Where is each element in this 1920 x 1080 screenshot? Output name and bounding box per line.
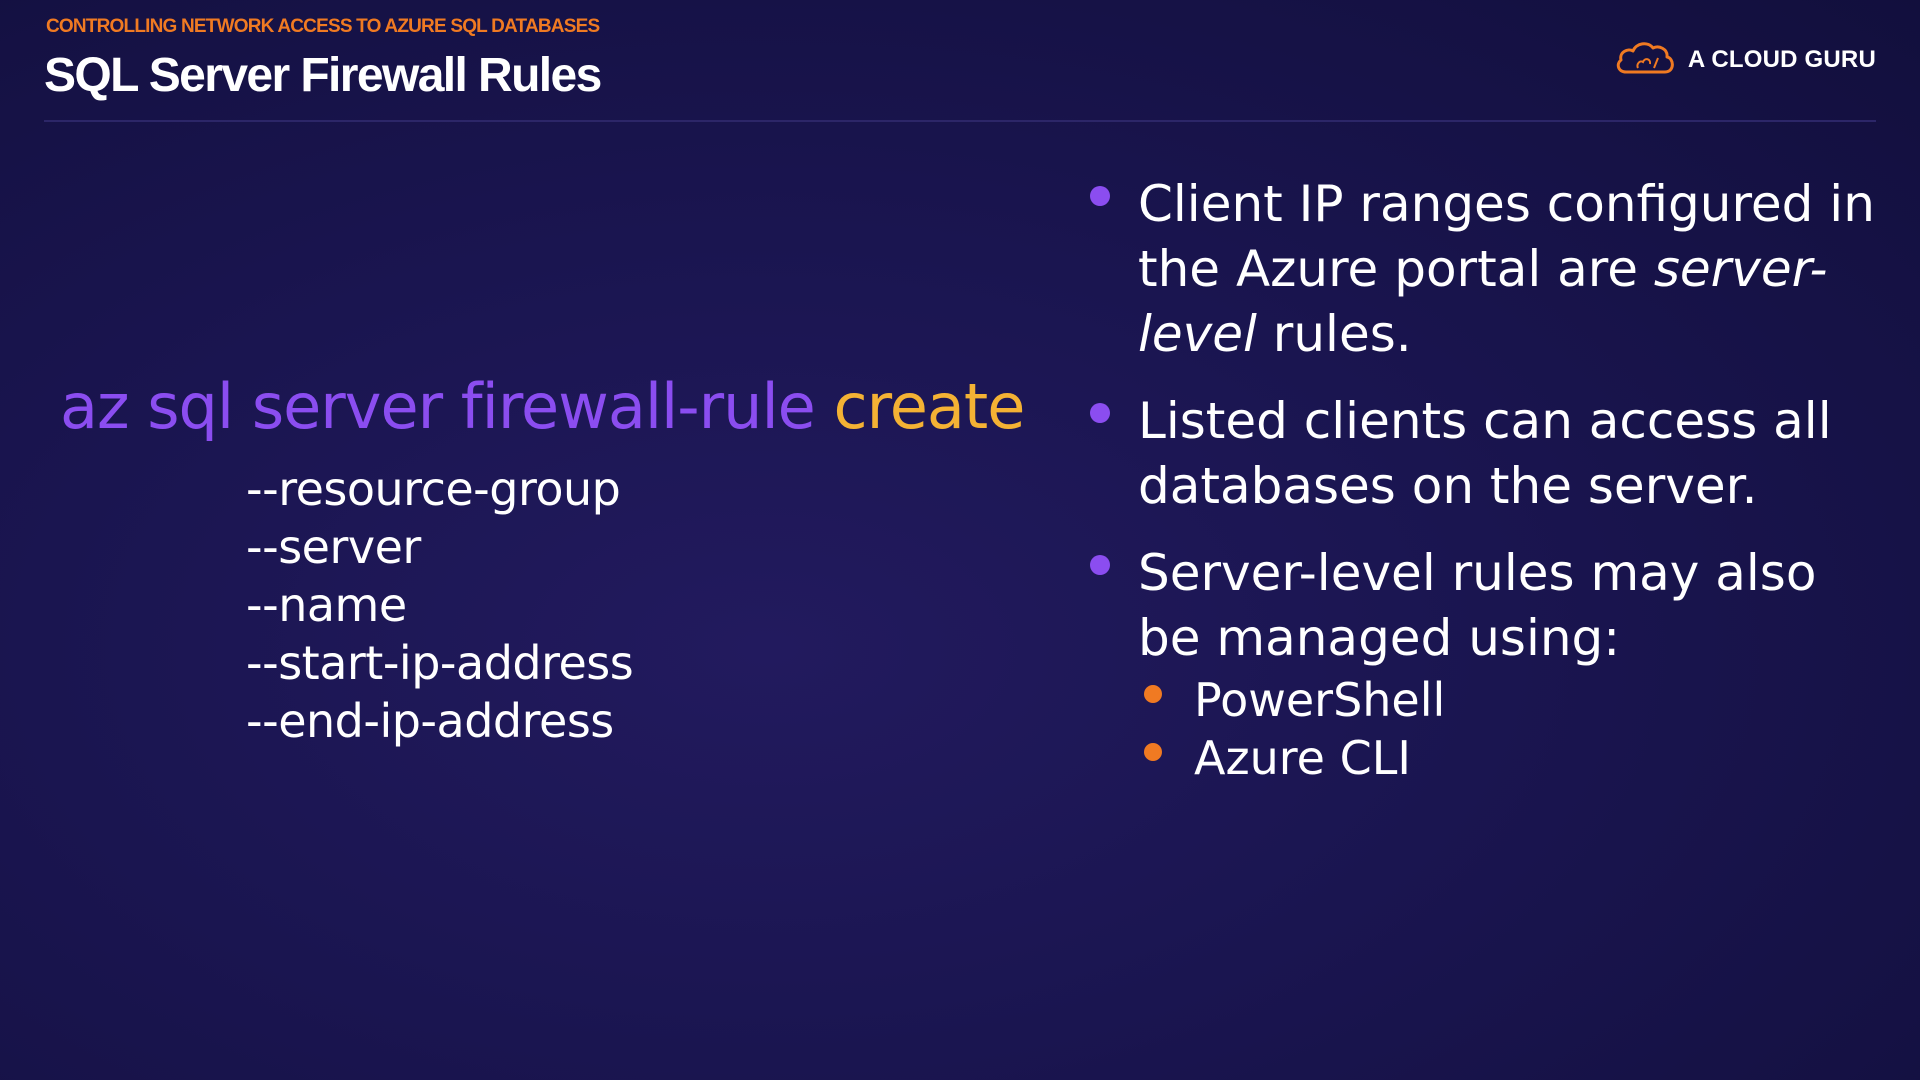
cli-parameter: --name <box>246 578 407 632</box>
slide-title: SQL Server Firewall Rules <box>44 49 602 102</box>
cli-parameter: --end-ip-address <box>246 694 614 748</box>
sub-bullet-item: PowerShell <box>1138 671 1890 729</box>
sub-bullet-dot-icon <box>1144 743 1162 761</box>
sub-bullet-dot-icon <box>1144 685 1162 703</box>
bullet-dot-icon <box>1090 403 1110 423</box>
cloud-logo-icon <box>1614 38 1676 82</box>
bullet-item: Client IP ranges configured in the Azure… <box>1090 172 1890 367</box>
bullet-text: Server-level rules may also be managed u… <box>1138 544 1817 667</box>
bullet-text: Listed clients can access all databases … <box>1138 392 1832 515</box>
brand-name: A CLOUD GURU <box>1687 46 1876 73</box>
cli-command-verb: create <box>833 370 1026 443</box>
cli-command-base: az sql server firewall-rule <box>60 370 816 443</box>
sub-bullet-item: Azure CLI <box>1138 729 1890 787</box>
sub-bullet-list: PowerShell Azure CLI <box>1138 671 1890 787</box>
sub-bullet-text: Azure CLI <box>1194 731 1411 785</box>
bullet-item: Server-level rules may also be managed u… <box>1090 541 1890 787</box>
bullet-text-end: rules. <box>1256 305 1412 363</box>
bullet-item: Listed clients can access all databases … <box>1090 389 1890 519</box>
cli-command: az sql server firewall-rule create <box>60 370 1026 443</box>
bullet-dot-icon <box>1090 555 1110 575</box>
bullet-dot-icon <box>1090 186 1110 206</box>
sub-bullet-text: PowerShell <box>1194 673 1446 727</box>
cli-parameter: --server <box>246 520 421 574</box>
cli-parameter: --resource-group <box>246 462 621 516</box>
brand-logo: A CLOUD GURU <box>1614 38 1876 82</box>
section-kicker: CONTROLLING NETWORK ACCESS TO AZURE SQL … <box>46 16 600 37</box>
header-divider <box>44 120 1876 122</box>
cli-parameter: --start-ip-address <box>246 636 634 690</box>
cli-parameter-list: --resource-group --server --name --start… <box>246 460 634 750</box>
bullet-list: Client IP ranges configured in the Azure… <box>1090 172 1890 809</box>
